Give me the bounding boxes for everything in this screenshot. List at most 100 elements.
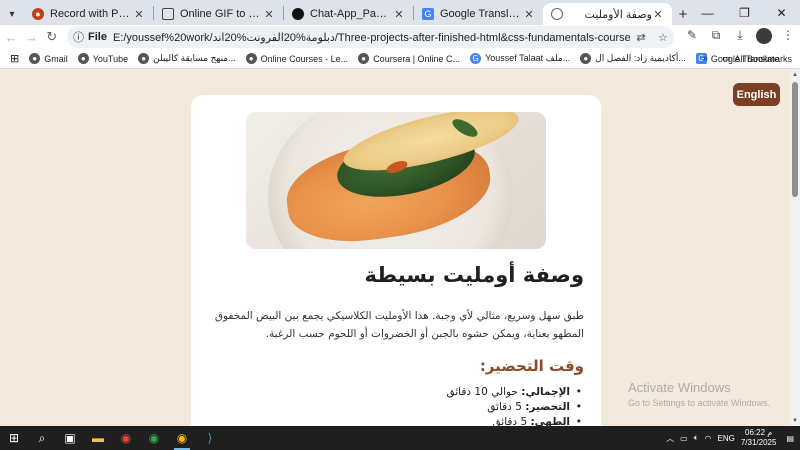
close-icon[interactable]: ✕ (393, 8, 405, 21)
tab-strip: ▾ ● Record with PowerPoint ✕ Online GIF … (0, 0, 800, 25)
folder-icon: ▭ (721, 53, 731, 63)
toolbar-actions: ✎ ⧉ ⤓ ⋮ (680, 27, 800, 47)
scroll-thumb[interactable] (792, 82, 798, 197)
clock-time: 06:22 م (745, 428, 773, 437)
prep-item-value: 5 دقائق (492, 416, 528, 426)
file-explorer-icon[interactable]: ▬ (84, 426, 112, 450)
bookmark-label: Gmail (44, 53, 68, 64)
watermark-title: Activate Windows (628, 380, 731, 395)
prep-item-label: الطهي: (530, 416, 570, 426)
bookmark-youtube[interactable]: ● YouTube (77, 53, 129, 64)
scroll-down-icon[interactable]: ▼ (790, 416, 800, 426)
recipe-card: وصفة أومليت بسيطة طبق سهل وسريع، مثالي ل… (191, 95, 601, 426)
chrome-icon[interactable]: ◉ (112, 426, 140, 450)
prep-item-value: حوالي 10 دقائق (446, 386, 518, 398)
windows-taskbar: ⊞ ⌕ ▣ ▬ ◉ ◉ ◉ ⟩ ︿ ▭ 🔈︎ ◠ ENG 06:22 م 7/3… (0, 426, 800, 450)
chrome-profile-icon[interactable]: ◉ (140, 426, 168, 450)
windows-start-icon[interactable]: ⊞ (0, 426, 28, 450)
clock-date: 7/31/2025 (740, 438, 777, 447)
globe-icon: ● (29, 53, 41, 64)
menu-kebab-icon[interactable]: ⋮ (776, 28, 800, 47)
google-icon: G (470, 53, 482, 64)
notifications-icon[interactable]: ▤ (786, 434, 794, 443)
close-icon[interactable]: ✕ (523, 8, 535, 21)
close-window-button[interactable]: ✕ (763, 0, 800, 25)
maximize-button[interactable]: ❐ (726, 0, 763, 25)
url-scheme: File (87, 31, 107, 43)
bookmarks-bar: ⊞ ● Gmail ● YouTube ● منهج مسابقة كاليبلن..… (0, 49, 800, 69)
tab-gif-to-mp4[interactable]: Online GIF to MP4 Video co ✕ (154, 3, 283, 25)
reload-button[interactable]: ↻ (43, 26, 61, 48)
all-bookmarks-link[interactable]: All Bookmarks (734, 54, 792, 64)
show-hidden-icons-icon[interactable]: ︿ (666, 433, 674, 444)
task-view-icon[interactable]: ▣ (56, 426, 84, 450)
bookmark-youssef-talaat[interactable]: G Youssef Talaat ملف... (470, 53, 570, 64)
powerpoint-icon: ● (32, 8, 44, 20)
input-language[interactable]: ENG (718, 434, 735, 443)
bookmark-gmail[interactable]: ● Gmail (29, 53, 68, 64)
profile-avatar[interactable] (752, 27, 776, 47)
system-tray: ︿ ▭ 🔈︎ ◠ ENG 06:22 م 7/31/2025 ▤ (666, 426, 800, 450)
meet-now-icon[interactable]: ▭ (680, 434, 688, 443)
close-icon[interactable]: ✕ (652, 8, 664, 21)
translate-page-icon[interactable]: ⇄ (630, 31, 652, 44)
chrome-active-icon[interactable]: ◉ (168, 426, 196, 450)
extensions-puzzle-icon[interactable]: ⧉ (704, 28, 728, 47)
tab-record-with-powerpoint[interactable]: ● Record with PowerPoint ✕ (24, 3, 153, 25)
bookmark-label: Online Courses - Le... (260, 53, 349, 64)
search-icon[interactable]: ⌕ (28, 426, 56, 450)
bookmarks-right: » ▭ All Bookmarks (702, 53, 792, 64)
page-scrollbar[interactable]: ▲ ▼ (790, 70, 800, 426)
bookmarks-overflow-icon[interactable]: » (702, 53, 708, 64)
globe-icon: ● (245, 53, 257, 64)
minimize-button[interactable]: — (689, 0, 726, 25)
tab-google-translate[interactable]: G Google Translate ✕ (414, 3, 543, 25)
prep-time-heading: وقت التحضير: (479, 357, 584, 375)
recipe-description: طبق سهل وسريع، مثالي لأي وجبة. هذا الأوم… (214, 310, 584, 340)
close-icon[interactable]: ✕ (263, 8, 275, 21)
recipe-title: وصفة أومليت بسيطة (364, 263, 584, 287)
globe-icon: ● (580, 53, 592, 64)
close-icon[interactable]: ✕ (133, 8, 145, 21)
tab-title: وصفة الأومليت (584, 8, 652, 21)
prep-item-label: الإجمالي: (521, 386, 570, 398)
wifi-icon[interactable]: ◠ (705, 434, 712, 443)
bookmark-online-courses[interactable]: ● Online Courses - Le... (245, 53, 349, 64)
download-icon[interactable]: ⤓ (728, 28, 752, 47)
apps-grid-icon[interactable]: ⊞ (10, 52, 19, 65)
tab-title: Google Translate (440, 8, 523, 20)
tab-title: Chat-App_Page/README.m (310, 8, 393, 20)
forward-button[interactable]: → (22, 26, 40, 48)
tab-title: Online GIF to MP4 Video co (180, 8, 263, 20)
tab-omelet-recipe[interactable]: وصفة الأومليت ✕ (543, 3, 672, 25)
vscode-icon[interactable]: ⟩ (196, 426, 224, 450)
globe-icon: ● (138, 53, 150, 64)
bookmark-label: Youssef Talaat ملف... (485, 53, 571, 63)
bookmark-zad-academy[interactable]: ● أكاديمية زاد: الفصل ال... (580, 53, 686, 64)
tab-search-button[interactable]: ▾ (0, 3, 24, 25)
info-icon[interactable]: ⓘ (73, 29, 84, 45)
extension-icon[interactable]: ✎ (680, 28, 704, 47)
clock[interactable]: 06:22 م 7/31/2025 (741, 428, 777, 448)
list-item: التحضير: 5 دقائق (208, 400, 584, 415)
bookmark-quran-competition[interactable]: ● منهج مسابقة كاليبلن... (138, 53, 236, 64)
bookmark-label: Coursera | Online C... (373, 53, 461, 64)
bookmark-label: منهج مسابقة كاليبلن... (153, 53, 236, 63)
back-button[interactable]: ← (2, 26, 20, 48)
activate-windows-watermark: Activate Windows Go to Settings to activ… (628, 380, 770, 408)
page-viewport: وصفة أومليت بسيطة طبق سهل وسريع، مثالي ل… (0, 70, 790, 426)
tab-chat-app-readme[interactable]: Chat-App_Page/README.m ✕ (284, 3, 413, 25)
address-bar[interactable]: ⓘ File E:/youssef%20work/دبلومة%20الفرون… (66, 26, 674, 48)
prep-item-label: التحضير: (525, 401, 570, 413)
bookmark-coursera[interactable]: ● Coursera | Online C... (358, 53, 460, 64)
volume-icon[interactable]: 🔈︎ (694, 433, 699, 443)
scroll-up-icon[interactable]: ▲ (790, 70, 800, 80)
bookmark-star-icon[interactable]: ☆ (652, 31, 674, 44)
bookmark-label: YouTube (92, 53, 129, 64)
github-icon (292, 8, 304, 20)
english-language-button[interactable]: English (733, 83, 780, 106)
tab-title: Record with PowerPoint (50, 8, 133, 20)
list-item: الطهي: 5 دقائق (208, 415, 584, 426)
bookmark-label: أكاديمية زاد: الفصل ال... (595, 53, 686, 63)
url-text[interactable]: E:/youssef%20work/دبلومة%20الفرونت%20اند… (113, 31, 630, 44)
